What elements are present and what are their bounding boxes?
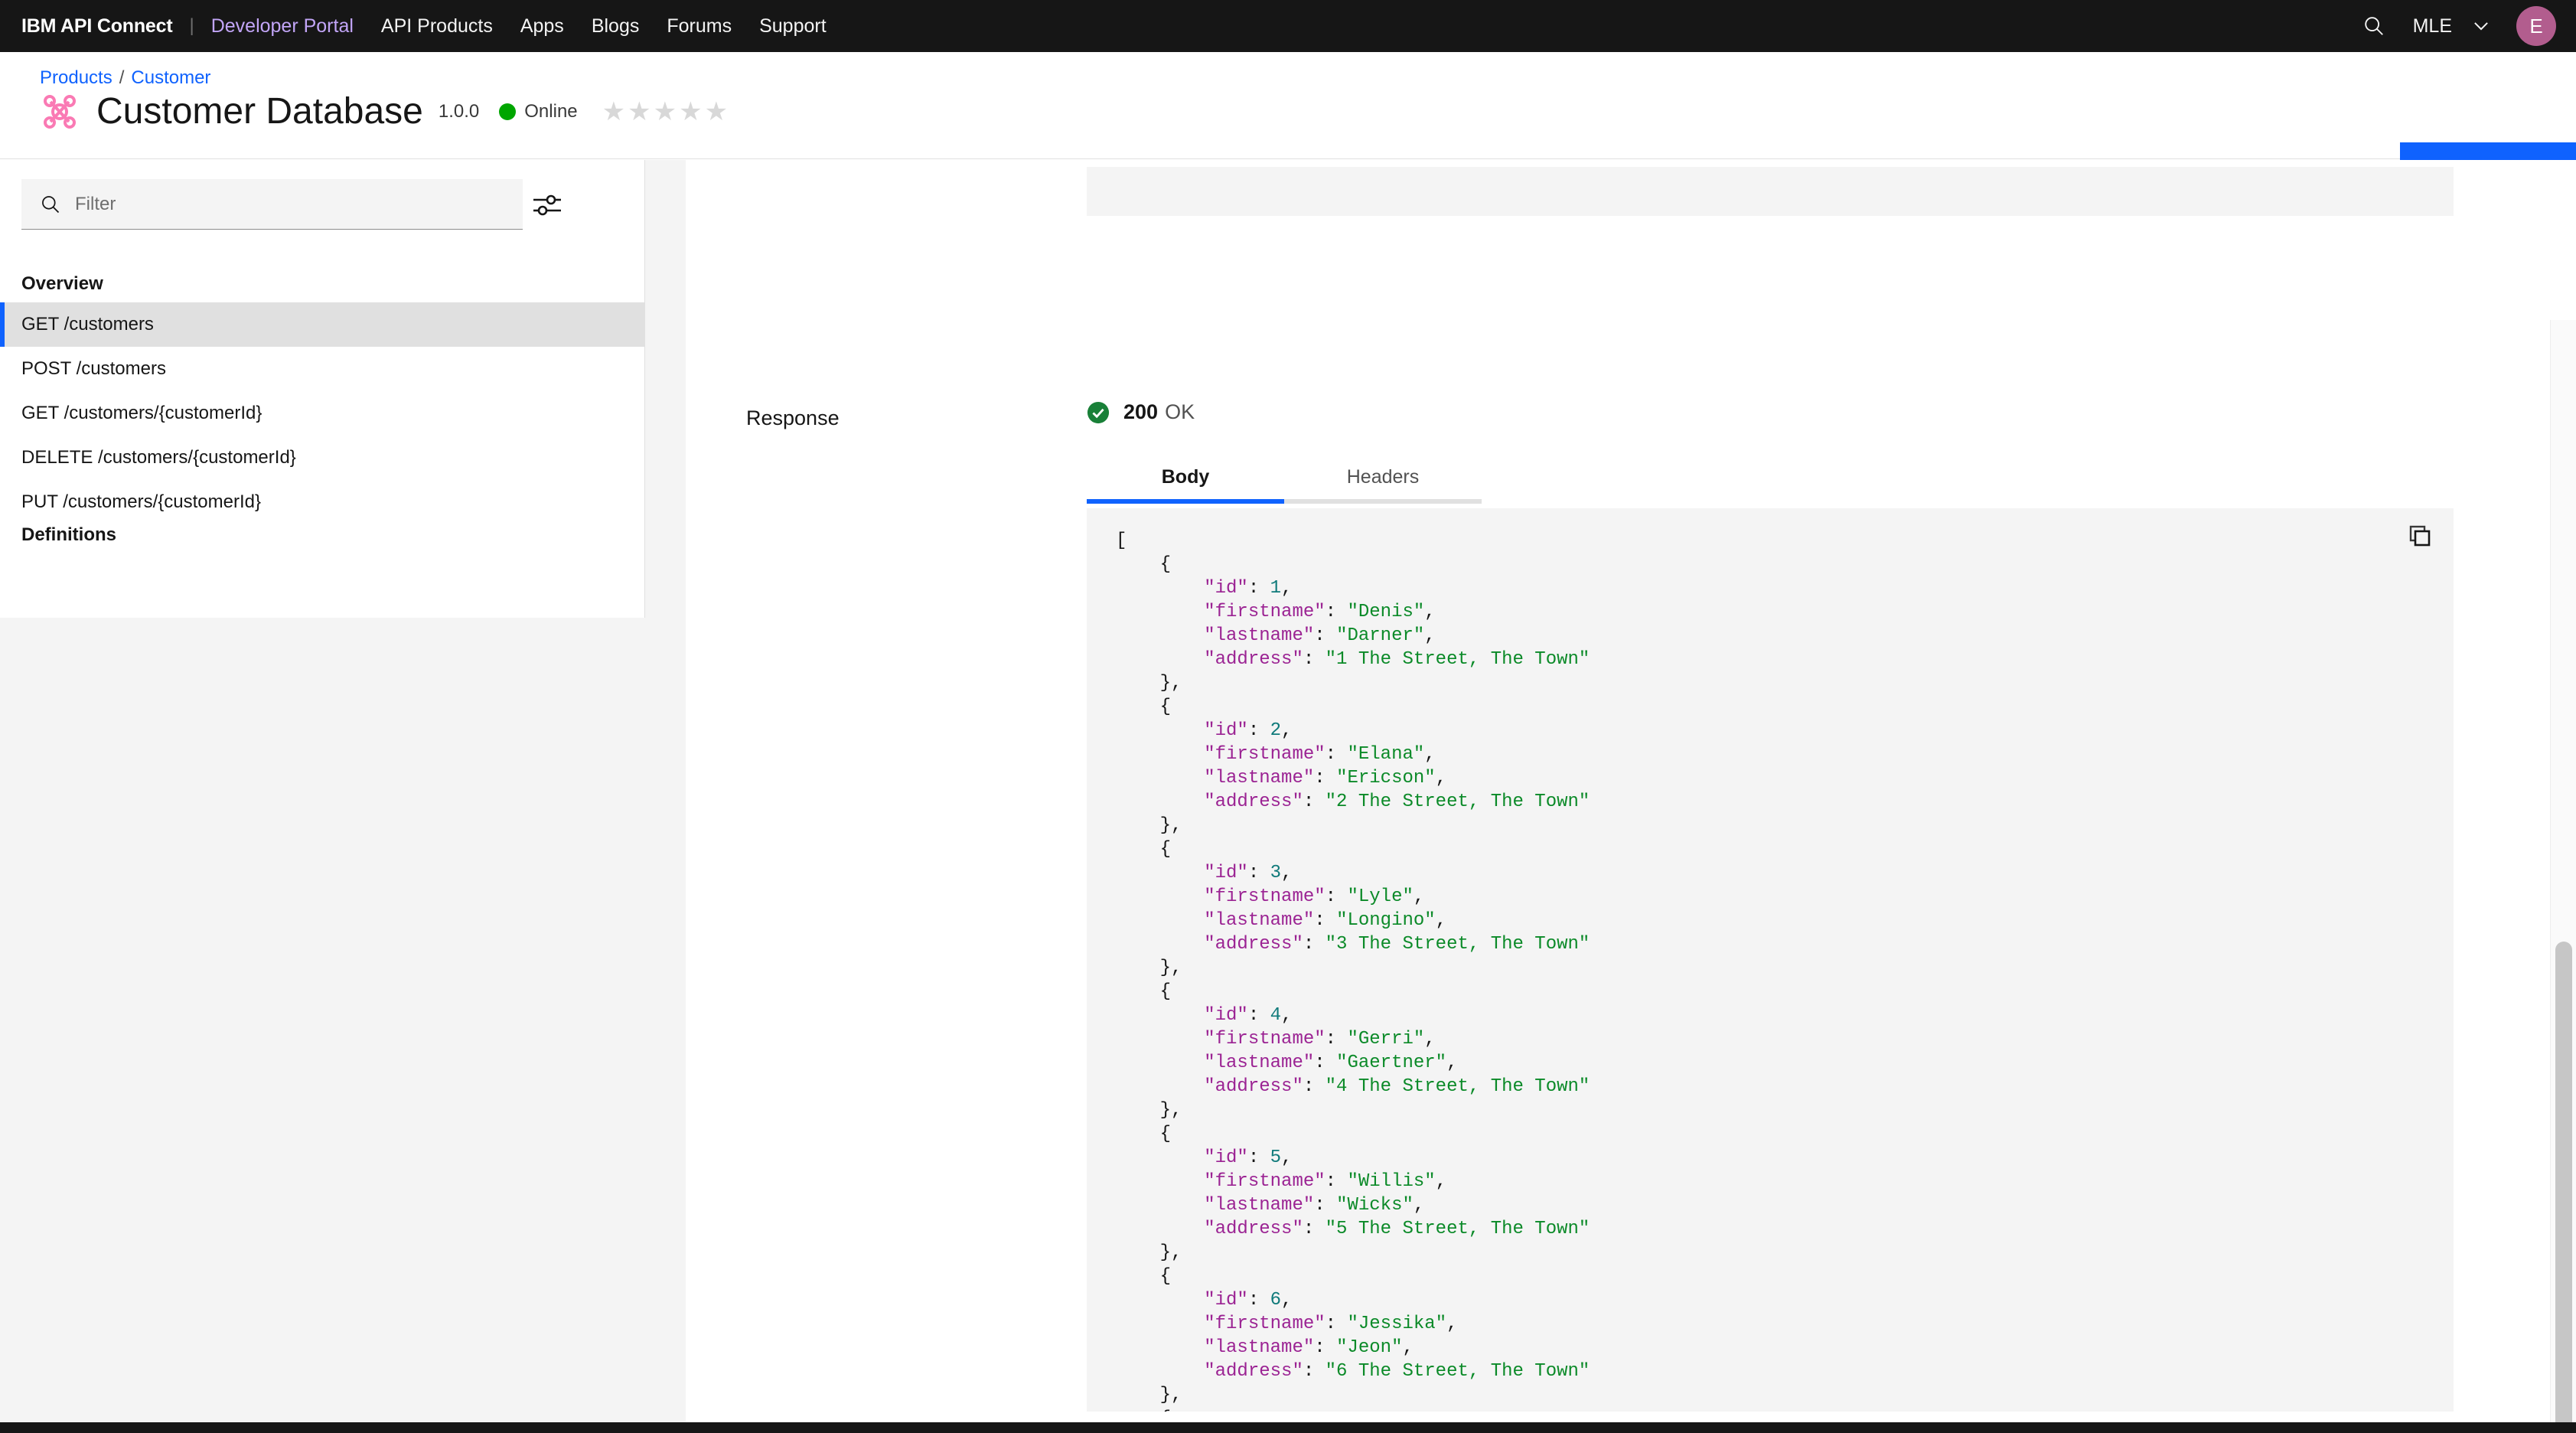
sidebar-group-overview[interactable]: Overview: [21, 273, 103, 295]
sidebar-item-get-customer-by-id[interactable]: GET /customers/{customerId}: [0, 391, 645, 436]
page-body: Overview GET /customers POST /customers …: [0, 160, 2576, 1433]
star-icon-1[interactable]: ★: [602, 99, 625, 125]
search-input[interactable]: [75, 179, 523, 229]
api-operations-sidebar: Overview GET /customers POST /customers …: [0, 160, 645, 618]
brand-separator: |: [189, 15, 194, 36]
sidebar-item-label: DELETE /customers/{customerId}: [21, 447, 296, 468]
sidebar-item-label: GET /customers/{customerId}: [21, 403, 262, 423]
star-icon-2[interactable]: ★: [628, 99, 651, 125]
search-icon[interactable]: [2352, 4, 2396, 48]
response-tabs: Body Headers: [1087, 455, 1482, 504]
page-scrollbar-thumb[interactable]: [2555, 942, 2572, 1433]
api-version-label: 1.0.0: [438, 101, 480, 122]
response-status-text: OK: [1165, 400, 1195, 423]
star-icon-3[interactable]: ★: [654, 99, 677, 125]
api-node-graph-icon: [40, 92, 80, 132]
sidebar-item-label: PUT /customers/{customerId}: [21, 491, 262, 512]
tab-headers[interactable]: Headers: [1284, 455, 1482, 504]
top-nav-left: IBM API Connect | Developer Portal API P…: [0, 0, 854, 52]
page-header: Products / Customer Customer Database 1.0.…: [0, 52, 2576, 196]
search-icon: [40, 194, 61, 215]
status-badge: Online: [499, 101, 578, 122]
nav-link-blogs[interactable]: Blogs: [592, 15, 640, 38]
top-nav-right: MLE E: [2352, 0, 2576, 52]
star-icon-5[interactable]: ★: [705, 99, 728, 125]
checkmark-filled-icon: [1087, 401, 1110, 424]
status-dot-icon: [499, 103, 517, 120]
response-body-code-panel: [ { "id": 1, "firstname": "Denis", "last…: [1087, 508, 2454, 1412]
sidebar-item-get-customers[interactable]: GET /customers: [0, 302, 645, 347]
breadcrumb: Products / Customer: [40, 67, 210, 89]
user-name-label: MLE: [2412, 15, 2452, 37]
response-status-line: 200 OK: [1087, 400, 1195, 424]
page-title: Customer Database: [96, 91, 423, 132]
chevron-down-icon[interactable]: [2460, 5, 2503, 47]
status-label: Online: [524, 101, 578, 122]
previous-section-block: [1087, 167, 2454, 216]
rating-stars[interactable]: ★ ★ ★ ★ ★: [602, 99, 728, 125]
page-scrollbar-track[interactable]: [2550, 320, 2576, 1433]
breadcrumb-products[interactable]: Products: [40, 67, 112, 88]
response-json-body: [ { "id": 1, "firstname": "Denis", "last…: [1116, 530, 1590, 1412]
nav-link-developer-portal[interactable]: Developer Portal: [211, 15, 354, 38]
brand-logo-text[interactable]: IBM API Connect: [21, 15, 173, 38]
star-icon-4[interactable]: ★: [679, 99, 702, 125]
filter-search-box[interactable]: [21, 179, 523, 230]
sidebar-item-delete-customer-by-id[interactable]: DELETE /customers/{customerId}: [0, 436, 645, 480]
sidebar-item-post-customers[interactable]: POST /customers: [0, 347, 645, 391]
breadcrumb-customer[interactable]: Customer: [131, 67, 210, 88]
sidebar-item-put-customer-by-id[interactable]: PUT /customers/{customerId}: [0, 480, 645, 524]
nav-link-api-products[interactable]: API Products: [381, 15, 493, 38]
response-status-code: 200: [1123, 400, 1159, 423]
nav-link-forums[interactable]: Forums: [667, 15, 732, 38]
avatar[interactable]: E: [2516, 6, 2556, 46]
filter-settings-icon[interactable]: [532, 192, 562, 218]
nav-link-apps[interactable]: Apps: [520, 15, 564, 38]
response-section-label: Response: [746, 406, 840, 429]
nav-link-support[interactable]: Support: [759, 15, 827, 38]
sidebar-item-label: GET /customers: [21, 314, 154, 335]
top-navigation-bar: IBM API Connect | Developer Portal API P…: [0, 0, 2576, 52]
bottom-bar: [0, 1422, 2576, 1433]
breadcrumb-separator: /: [119, 67, 125, 88]
sidebar-item-label: POST /customers: [21, 358, 166, 379]
tab-body[interactable]: Body: [1087, 455, 1284, 504]
api-title-row: Customer Database 1.0.0 Online ★ ★ ★ ★ ★: [40, 92, 728, 132]
sidebar-group-definitions[interactable]: Definitions: [21, 524, 116, 546]
operation-detail-panel: Response 200 OK Body Headers [ { "id": 1…: [686, 160, 2576, 1433]
